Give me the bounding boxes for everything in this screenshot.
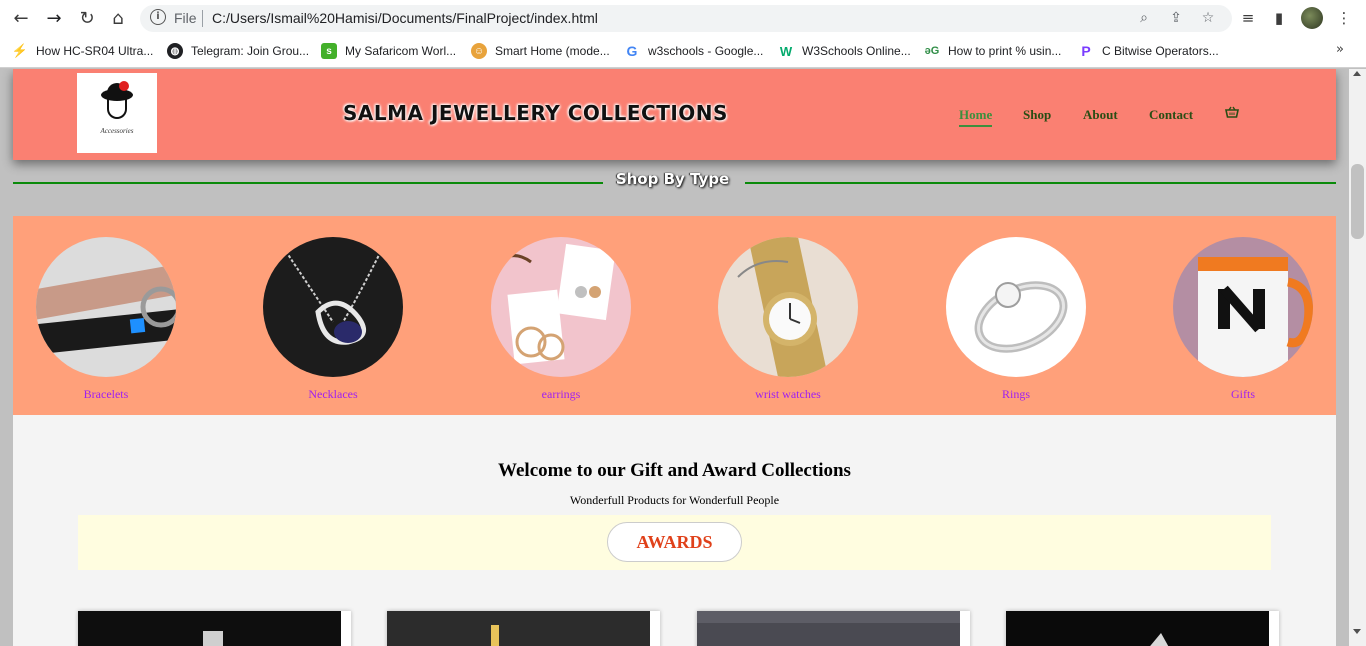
- bookmarks-overflow-icon[interactable]: »: [1336, 42, 1344, 57]
- scroll-down-arrow-icon[interactable]: [1353, 629, 1361, 634]
- type-label[interactable]: wrist watches: [708, 387, 868, 402]
- welcome-heading: Welcome to our Gift and Award Collection…: [498, 460, 851, 481]
- page-scrollbar[interactable]: [1349, 69, 1366, 646]
- bookmark-label: How to print % usin...: [948, 44, 1062, 58]
- awards-button[interactable]: AWARDS: [607, 522, 742, 562]
- necklaces-image[interactable]: [263, 237, 403, 377]
- type-wrist-watches[interactable]: wrist watches: [708, 237, 868, 402]
- address-bar[interactable]: i File C:/Users/Ismail%20Hamisi/Document…: [140, 5, 1232, 32]
- product-card[interactable]: [1006, 611, 1279, 646]
- bookmark-label: w3schools - Google...: [648, 44, 764, 58]
- safaricom-icon: s: [321, 43, 337, 59]
- omnibox-separator: [202, 10, 203, 27]
- product-image[interactable]: [387, 611, 650, 646]
- back-arrow-icon[interactable]: ←: [9, 6, 33, 30]
- type-rings[interactable]: Rings: [936, 237, 1096, 402]
- bookmark-label: Smart Home (mode...: [495, 44, 610, 58]
- product-card[interactable]: [78, 611, 351, 646]
- type-label[interactable]: Bracelets: [26, 387, 186, 402]
- scheme-label: File: [174, 10, 197, 26]
- wrist-watches-image[interactable]: [718, 237, 858, 377]
- reload-icon[interactable]: ↻: [75, 6, 99, 30]
- type-bracelets[interactable]: Bracelets: [26, 237, 186, 402]
- site-header: Accessories SALMA JEWELLERY COLLECTIONS …: [13, 69, 1336, 160]
- bookmark-item[interactable]: ◍ Telegram: Join Grou...: [167, 42, 309, 60]
- bookmark-item[interactable]: s My Safaricom Worl...: [321, 42, 456, 60]
- type-label[interactable]: earrings: [481, 387, 641, 402]
- nav-shop[interactable]: Shop: [1023, 107, 1051, 123]
- bookmark-label: W3Schools Online...: [802, 44, 911, 58]
- nav-about[interactable]: About: [1083, 107, 1118, 123]
- logo-face: [107, 99, 127, 119]
- type-label[interactable]: Rings: [936, 387, 1096, 402]
- nav-home[interactable]: Home: [959, 107, 993, 127]
- bookmark-label: C Bitwise Operators...: [1102, 44, 1219, 58]
- bookmarks-bar: ⚡ How HC-SR04 Ultra... ◍ Telegram: Join …: [0, 38, 1366, 64]
- lightning-icon: ⚡: [11, 43, 29, 58]
- bookmark-item[interactable]: G w3schools - Google...: [624, 42, 764, 60]
- shop-by-type-title: Shop By Type: [615, 170, 730, 188]
- rings-image[interactable]: [946, 237, 1086, 377]
- scroll-up-arrow-icon[interactable]: [1353, 71, 1361, 76]
- type-label[interactable]: Necklaces: [253, 387, 413, 402]
- product-image[interactable]: [697, 611, 960, 646]
- basket-icon[interactable]: [1225, 106, 1239, 118]
- bracelets-image[interactable]: [36, 237, 176, 377]
- bookmark-star-icon[interactable]: ☆: [1198, 8, 1218, 28]
- zoom-icon[interactable]: ⌕: [1134, 8, 1154, 28]
- profile-avatar[interactable]: [1301, 7, 1323, 29]
- type-necklaces[interactable]: Necklaces: [253, 237, 413, 402]
- google-icon: G: [626, 43, 638, 59]
- collections-section: Welcome to our Gift and Award Collection…: [13, 415, 1336, 646]
- person-icon: ☺: [471, 43, 487, 59]
- awards-band: AWARDS: [78, 515, 1271, 570]
- product-image[interactable]: [78, 611, 341, 646]
- reading-list-icon[interactable]: ≡: [1237, 7, 1259, 29]
- site-logo[interactable]: Accessories: [77, 73, 157, 153]
- bookmark-label: Telegram: Join Grou...: [191, 44, 310, 58]
- forward-arrow-icon[interactable]: →: [42, 6, 66, 30]
- product-card[interactable]: [387, 611, 660, 646]
- earrings-image[interactable]: [491, 237, 631, 377]
- share-icon[interactable]: ⇪: [1166, 8, 1186, 28]
- home-icon[interactable]: ⌂: [106, 6, 130, 30]
- bookmark-label: How HC-SR04 Ultra...: [36, 44, 154, 58]
- logo-text: Accessories: [100, 127, 134, 135]
- type-gifts[interactable]: Gifts: [1163, 237, 1323, 402]
- menu-kebab-icon[interactable]: ⋮: [1333, 7, 1355, 29]
- site-info-icon[interactable]: i: [150, 9, 166, 25]
- bookmark-item[interactable]: ⚡ How HC-SR04 Ultra...: [12, 42, 153, 60]
- product-card[interactable]: [697, 611, 970, 646]
- type-earrings[interactable]: earrings: [481, 237, 641, 402]
- type-label[interactable]: Gifts: [1163, 387, 1323, 402]
- welcome-subheading: Wonderfull Products for Wonderfull Peopl…: [569, 493, 780, 507]
- browser-chrome: ← → ↻ ⌂ i File C:/Users/Ismail%20Hamisi/…: [0, 0, 1366, 68]
- product-image[interactable]: [1006, 611, 1269, 646]
- gifts-image[interactable]: [1173, 237, 1313, 377]
- bookmark-item[interactable]: ǝG How to print % usin...: [924, 42, 1062, 60]
- section-divider-left: [13, 182, 603, 184]
- bookmark-item[interactable]: P C Bitwise Operators...: [1078, 42, 1219, 60]
- side-panel-icon[interactable]: ▮: [1268, 7, 1290, 29]
- bookmark-label: My Safaricom Worl...: [345, 44, 457, 58]
- bookmark-item[interactable]: ☺ Smart Home (mode...: [471, 42, 610, 60]
- shop-by-type-section: Bracelets Necklaces earrings wrist watch…: [13, 216, 1336, 415]
- nav-contact[interactable]: Contact: [1149, 107, 1193, 123]
- globe-icon: ◍: [167, 43, 183, 59]
- geeks-icon: ǝG: [924, 45, 940, 57]
- scroll-thumb[interactable]: [1351, 164, 1364, 239]
- programiz-icon: P: [1081, 43, 1091, 59]
- url-text[interactable]: C:/Users/Ismail%20Hamisi/Documents/Final…: [212, 10, 598, 26]
- browser-toolbar: ← → ↻ ⌂ i File C:/Users/Ismail%20Hamisi/…: [0, 0, 1366, 36]
- w3schools-icon: W: [779, 43, 793, 59]
- bookmark-item[interactable]: W W3Schools Online...: [778, 42, 911, 60]
- section-divider-right: [745, 182, 1336, 184]
- logo-flower-icon: [119, 81, 129, 91]
- page-viewport: Accessories SALMA JEWELLERY COLLECTIONS …: [0, 69, 1349, 646]
- site-title: SALMA JEWELLERY COLLECTIONS: [343, 101, 728, 125]
